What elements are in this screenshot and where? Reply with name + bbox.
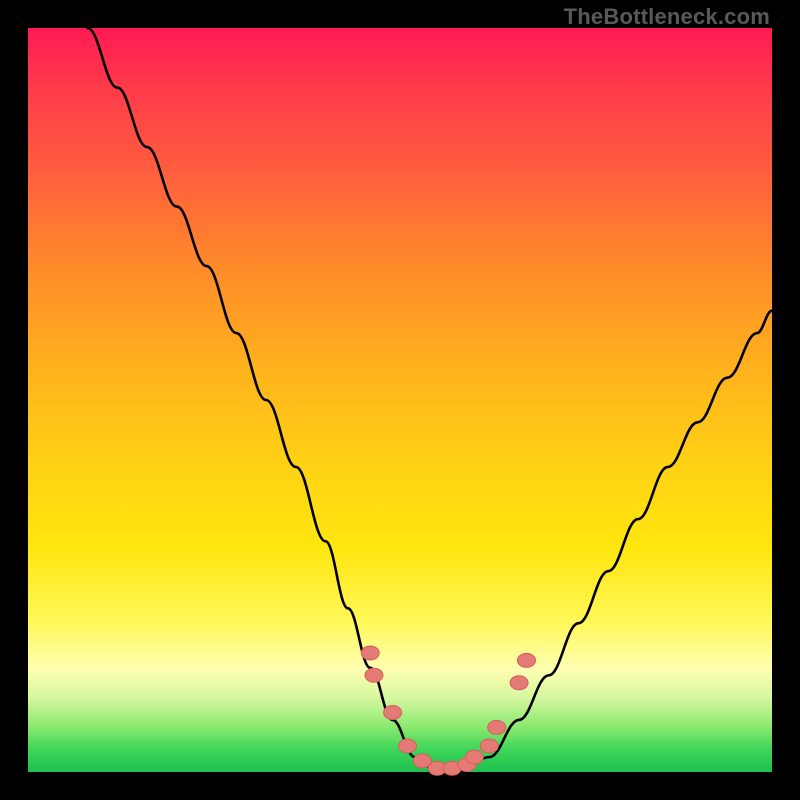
curve-marker <box>361 646 379 660</box>
curve-marker <box>384 705 402 719</box>
chart-frame: TheBottleneck.com <box>0 0 800 800</box>
plot-area <box>28 28 772 772</box>
curve-marker <box>398 739 416 753</box>
bottleneck-curve <box>88 28 772 772</box>
curve-svg <box>28 28 772 772</box>
attribution-label: TheBottleneck.com <box>564 4 770 30</box>
curve-marker <box>465 750 483 764</box>
curve-marker <box>517 653 535 667</box>
curve-marker <box>480 739 498 753</box>
curve-marker <box>365 668 383 682</box>
curve-marker <box>510 676 528 690</box>
curve-marker <box>488 720 506 734</box>
marker-group <box>361 646 535 775</box>
